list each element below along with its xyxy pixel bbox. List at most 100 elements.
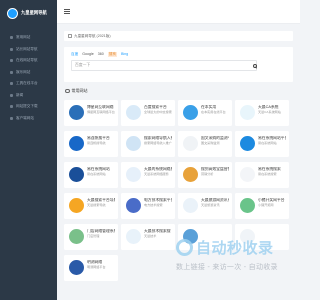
sidebar-nav: 常用网站 站长网站导航 在线网站导航 娱乐网站 工具在线平台 新闻 网站提交下载… bbox=[0, 32, 57, 124]
engine-tab-sogou[interactable]: 搜狗 bbox=[107, 52, 117, 57]
sidebar-item-label: 客户端网站 bbox=[16, 115, 34, 120]
site-logo-icon bbox=[69, 105, 84, 120]
site-card[interactable]: 在本实用 在本实用在线平台 bbox=[178, 100, 232, 126]
site-card[interactable] bbox=[235, 224, 289, 250]
site-logo-icon bbox=[126, 229, 141, 244]
site-card[interactable]: 百度搜索平台全球最大的中文搜索引擎 bbox=[121, 100, 175, 126]
search-engine-tabs: 百度 Google 360 搜狗 Bing bbox=[71, 52, 128, 57]
site-card[interactable]: 易在系统网站平台 易在系统网站 bbox=[235, 131, 289, 157]
site-logo-icon bbox=[69, 136, 84, 151]
site-card[interactable]: 天晨搜索平台导航 天晨搜索导航 bbox=[64, 193, 118, 219]
nav-item-icon bbox=[10, 82, 13, 86]
site-desc: 小猪开奖网 bbox=[258, 203, 274, 207]
menu-toggle-icon[interactable] bbox=[64, 9, 70, 14]
engine-tab-360[interactable]: 360 bbox=[98, 52, 104, 57]
notice-text: 九皇星网导航 (2021版) bbox=[74, 33, 111, 38]
site-card[interactable]: 博星网互联网络 博星网互联网络平台 bbox=[64, 100, 118, 126]
site-desc: 在本实用在线平台 bbox=[201, 110, 226, 114]
site-card[interactable]: 电方技术搜索平台 电方技术搜索 bbox=[121, 193, 175, 219]
nav-item-icon bbox=[10, 47, 13, 51]
sidebar: 九皇星网导航 常用网站 站长网站导航 在线网站导航 娱乐网站 工具在线平台 新闻… bbox=[0, 0, 57, 300]
sidebar-item[interactable]: 工具在线平台 bbox=[0, 78, 57, 90]
site-logo-icon bbox=[69, 167, 84, 182]
search-button[interactable] bbox=[252, 61, 257, 70]
site-card[interactable]: 天晨的系统网络服务天晨系统网络服务 bbox=[121, 162, 175, 188]
site-logo-icon bbox=[126, 198, 141, 213]
sidebar-item[interactable]: 常用网站 bbox=[0, 32, 57, 44]
site-card[interactable]: 天晨CA系统 天晨CA系统网站 bbox=[235, 100, 289, 126]
nav-item-icon bbox=[10, 105, 13, 109]
site-logo-icon bbox=[240, 198, 255, 213]
site-card[interactable]: 搜到高效宝盘营销分析营销分析 bbox=[178, 162, 232, 188]
nav-item-icon bbox=[10, 116, 13, 120]
sidebar-item[interactable]: 网站提交下载 bbox=[0, 101, 57, 113]
globe-icon bbox=[65, 88, 70, 94]
nav-item-icon bbox=[10, 36, 13, 40]
site-card[interactable]: 易在系统搜索 易在系统搜索 bbox=[235, 162, 289, 188]
site-desc: 天晨CA系统网站 bbox=[258, 110, 281, 114]
site-logo-icon bbox=[183, 136, 198, 151]
sidebar-item[interactable]: 站长网站导航 bbox=[0, 44, 57, 56]
site-desc: 电方技术搜索 bbox=[144, 203, 163, 207]
site-card[interactable] bbox=[178, 224, 232, 250]
site-logo-icon bbox=[126, 167, 141, 182]
search-input[interactable]: 百度一下 bbox=[71, 60, 257, 71]
nav-item-icon bbox=[10, 70, 13, 74]
site-desc: 天晨搜索导航 bbox=[87, 203, 106, 207]
site-card[interactable]: 天晨旅游网资讯系统天晨旅游资讯 bbox=[178, 193, 232, 219]
site-desc: 易连帆搜导航 bbox=[87, 141, 106, 145]
site-desc: 营销分析 bbox=[201, 172, 214, 176]
site-logo-icon bbox=[183, 198, 198, 213]
engine-tab-baidu[interactable]: 百度 bbox=[71, 52, 78, 57]
site-card[interactable]: 明测网络 明测网络平台 bbox=[64, 255, 118, 281]
site-desc: 明测网络平台 bbox=[87, 265, 106, 269]
site-logo-icon bbox=[126, 136, 141, 151]
site-grid: 博星网互联网络博星网互联网络平台 百度搜索平台全球最大的中文搜索引擎 在本实用在… bbox=[64, 100, 293, 281]
site-desc: 天晨技术 bbox=[144, 234, 157, 238]
sidebar-item[interactable]: 娱乐网站 bbox=[0, 67, 57, 79]
site-desc: 博星网互联网络平台 bbox=[87, 110, 115, 114]
site-logo-icon bbox=[69, 229, 84, 244]
sidebar-item-label: 娱乐网站 bbox=[16, 69, 31, 74]
site-logo-icon bbox=[183, 167, 198, 182]
logo-text: 九皇星网导航 bbox=[21, 10, 47, 15]
search-icon bbox=[252, 63, 257, 68]
site-desc: 天晨系统网络服务 bbox=[144, 172, 169, 176]
sidebar-item-label: 站长网站导航 bbox=[16, 46, 38, 51]
site-logo-icon bbox=[183, 105, 198, 120]
section-header: 常用网站 bbox=[65, 88, 300, 94]
sidebar-item[interactable]: 在线网站导航 bbox=[0, 55, 57, 67]
site-logo-icon bbox=[126, 105, 141, 120]
site-desc: 全球最大的中文搜索引擎 bbox=[144, 110, 172, 114]
sidebar-item-label: 工具在线平台 bbox=[16, 81, 38, 86]
site-logo-icon bbox=[240, 105, 255, 120]
site-desc: 天晨旅游资讯 bbox=[201, 203, 220, 207]
sidebar-item[interactable]: 客户端网站 bbox=[0, 113, 57, 125]
site-logo-icon bbox=[69, 260, 84, 275]
site-card[interactable]: 搜索网络导航入推广搜索网络导航入推广 bbox=[121, 131, 175, 157]
site-logo-icon bbox=[240, 167, 255, 182]
site-logo-icon bbox=[183, 229, 198, 244]
site-desc: 国文采购监测 bbox=[201, 141, 220, 145]
site-desc: 易在系统网站 bbox=[258, 141, 277, 145]
notice-icon bbox=[68, 34, 72, 38]
site-logo[interactable]: 九皇星网导航 bbox=[0, 3, 57, 23]
top-bar bbox=[57, 0, 300, 24]
site-card[interactable]: 易连帆搜平台 易连帆搜导航 bbox=[64, 131, 118, 157]
sidebar-item-label: 常用网站 bbox=[16, 35, 31, 40]
sidebar-item-label: 网站提交下载 bbox=[16, 104, 38, 109]
site-card[interactable]: 国文采购的监测平台国文采购监测 bbox=[178, 131, 232, 157]
site-logo-icon bbox=[69, 198, 84, 213]
engine-tab-google[interactable]: Google bbox=[82, 52, 94, 57]
site-logo-icon bbox=[240, 229, 255, 244]
engine-tab-bing[interactable]: Bing bbox=[121, 52, 128, 57]
site-card[interactable]: 天晨技术搜索搜 天晨技术 bbox=[121, 224, 175, 250]
sidebar-item[interactable]: 新闻 bbox=[0, 90, 57, 102]
site-card[interactable]: 门店网络管理系统 门店管理 bbox=[64, 224, 118, 250]
site-desc: 门店管理 bbox=[87, 234, 100, 238]
search-panel: 百度 Google 360 搜狗 Bing 百度一下 bbox=[64, 47, 293, 82]
site-card[interactable]: 易在系统网站 易在系统网站 bbox=[64, 162, 118, 188]
site-card[interactable]: 小猪开奖网平台 小猪开奖网 bbox=[235, 193, 289, 219]
sidebar-item-label: 新闻 bbox=[16, 92, 24, 97]
section-title: 常用网站 bbox=[71, 88, 88, 93]
